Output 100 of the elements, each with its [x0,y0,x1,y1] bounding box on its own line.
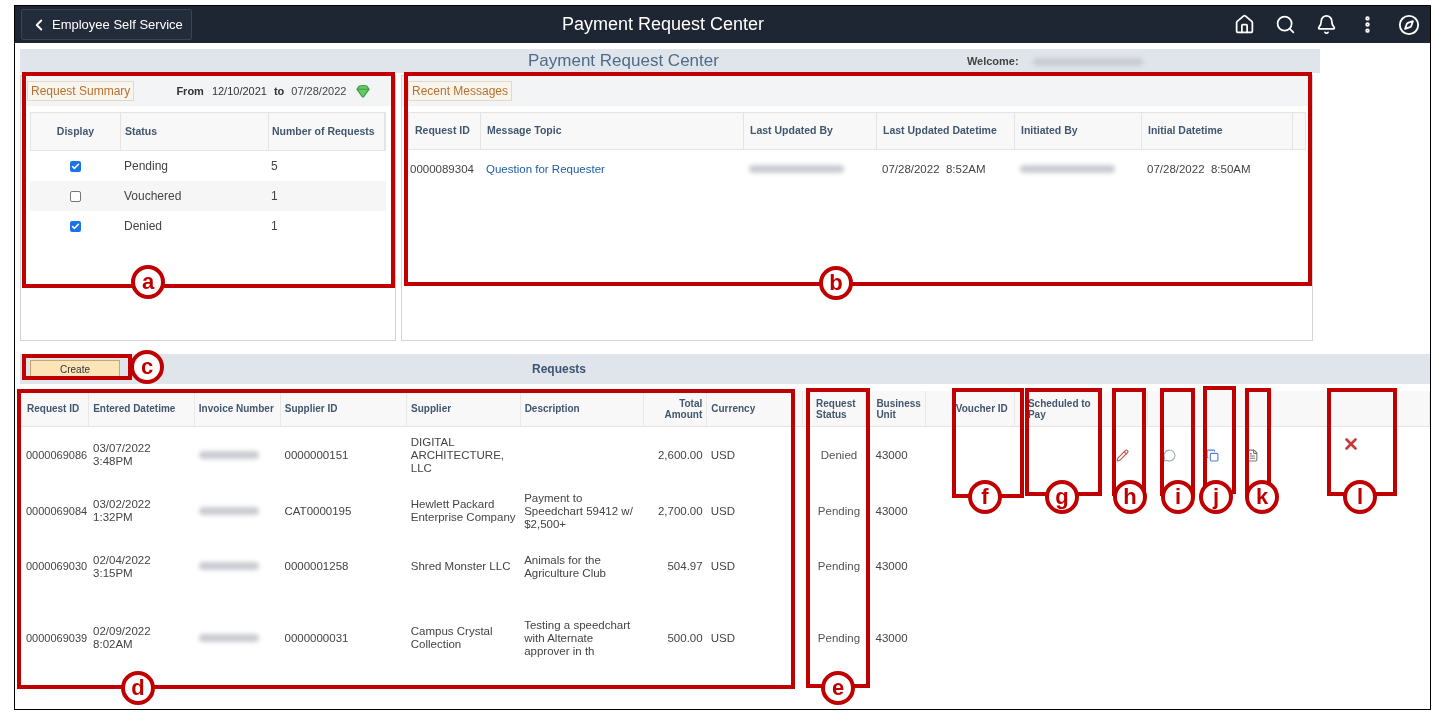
datetime-cell-text: 03/07/2022 3:48PM [93,442,152,468]
request-id-cell: 0000069039 [26,631,88,645]
amount-cell: 2,600.00 [657,448,703,462]
business-unit-cell: 43000 [875,560,908,573]
business-unit-cell: 43000 [875,504,908,518]
callout-label: f [968,480,1002,514]
compass-icon[interactable] [1398,13,1420,36]
page-title: Payment Request Center [528,50,719,73]
count-cell: 1 [271,219,278,233]
display-checkbox[interactable] [69,190,81,202]
message-topic-link[interactable]: Question for Requester [486,163,605,176]
column-header: Status [125,123,158,139]
datetime-cell-text: 02/09/2022 8:02AM [93,625,152,651]
callout-label: h [1113,480,1147,514]
column-header: Last Updated Datetime [883,123,997,139]
supplier-id-cell: 0000001258 [284,560,349,573]
gem-icon[interactable] [356,84,371,98]
datetime-cell: 07/28/2022 8:52AM [882,163,986,176]
from-label: From [176,83,204,99]
currency-cell: USD [710,560,735,573]
currency-cell: USD [710,631,735,645]
currency-cell: USD [710,448,735,462]
blurred-text [198,633,259,642]
column-header: Request ID [415,123,470,139]
column-header: Display [56,123,95,139]
business-unit-cell: 43000 [875,631,908,645]
status-cell: Pending [817,560,861,573]
callout-label: k [1245,480,1279,514]
supplier-id-cell: 0000000151 [284,448,349,462]
page-header-title: Payment Request Center [562,13,765,36]
request-id-cell: 0000069086 [26,448,88,462]
supplier-id-cell: 0000000031 [284,631,349,645]
callout-label: d [121,671,155,705]
status-cell: Denied [820,448,858,462]
callout-label: g [1045,480,1079,514]
description-cell-text: Payment to Speedchart 59412 w/ $2,500+ [524,491,634,531]
display-checkbox[interactable] [69,160,81,172]
comment-icon[interactable] [1163,448,1177,462]
supplier-cell: Shred Monster LLC [410,560,511,573]
column-header: Total Amount [663,397,703,420]
column-header: Invoice Number [198,403,274,414]
supplier-cell-text: DIGITAL ARCHITECTURE, LLC [410,435,505,475]
amount-cell: 500.00 [667,631,703,645]
back-button[interactable]: Employee Self Service [21,9,192,40]
request-id-cell: 0000069084 [26,504,88,518]
status-cell: Denied [124,219,163,233]
supplier-cell: Hewlett Packard Enterprise Company [410,498,517,524]
column-header: Initial Datetime [1148,123,1223,139]
callout-label: i [1161,480,1195,514]
column-header: Last Updated By [750,123,833,139]
column-header: Entered Datetime [93,403,176,414]
blurred-text [198,450,259,459]
supplier-cell-text: Campus Crystal Collection [410,625,494,651]
column-header: Voucher ID [955,403,1008,414]
datetime-cell-text: 02/04/2022 3:15PM [93,553,152,580]
currency-cell: USD [710,504,735,518]
column-header: Initiated By [1021,123,1078,139]
datetime-cell-text: 03/02/2022 1:32PM [93,498,152,524]
welcome-label: Welcome: [966,53,1019,69]
column-header: Scheduled to Pay [1027,397,1092,420]
pencil-icon[interactable] [1115,448,1129,462]
display-checkbox[interactable] [69,220,81,232]
business-unit-cell: 43000 [875,448,908,462]
amount-cell: 2,700.00 [657,504,703,518]
description-cell-text: Testing a speedchart with Alternate approver in th [524,618,632,658]
blurred-text [198,562,259,570]
column-header: Message Topic [487,123,562,139]
column-header: Description [524,403,580,414]
bell-icon[interactable] [1316,14,1337,35]
requests-title: Requests [532,361,587,378]
callout-label: e [821,671,855,705]
column-header: Supplier [411,403,452,414]
column-header: Business Unit [876,397,922,420]
callout-label: a [131,265,165,299]
to-date: 07/28/2022 [291,83,347,99]
blurred-text [198,506,259,515]
callout-label: b [819,266,853,300]
callout-label: j [1199,480,1233,514]
count-cell: 1 [271,189,278,203]
column-header: Request Status [816,397,857,420]
status-cell: Vouchered [124,189,182,203]
description-cell-text: Animals for the Agriculture Club [524,553,607,580]
callout-label: l [1343,480,1377,514]
amount-cell: 504.97 [667,560,703,573]
column-header: Currency [711,403,756,414]
status-cell: Pending [817,631,861,645]
status-cell: Pending [124,159,169,173]
from-date: 12/10/2021 [211,83,267,99]
request-id-cell: 0000089304 [410,163,474,176]
to-label: to [273,83,285,99]
copy-icon[interactable] [1205,448,1219,462]
datetime-cell: 07/28/2022 8:50AM [1147,163,1251,176]
request-id-cell: 0000069030 [26,560,88,573]
column-header: Request ID [27,403,80,414]
status-cell: Pending [817,504,861,518]
supplier-id-cell: CAT0000195 [284,504,352,518]
home-icon[interactable] [1234,14,1255,35]
column-header: Supplier ID [284,403,338,414]
search-icon[interactable] [1275,14,1296,35]
column-header: Number of Requests [272,123,375,139]
